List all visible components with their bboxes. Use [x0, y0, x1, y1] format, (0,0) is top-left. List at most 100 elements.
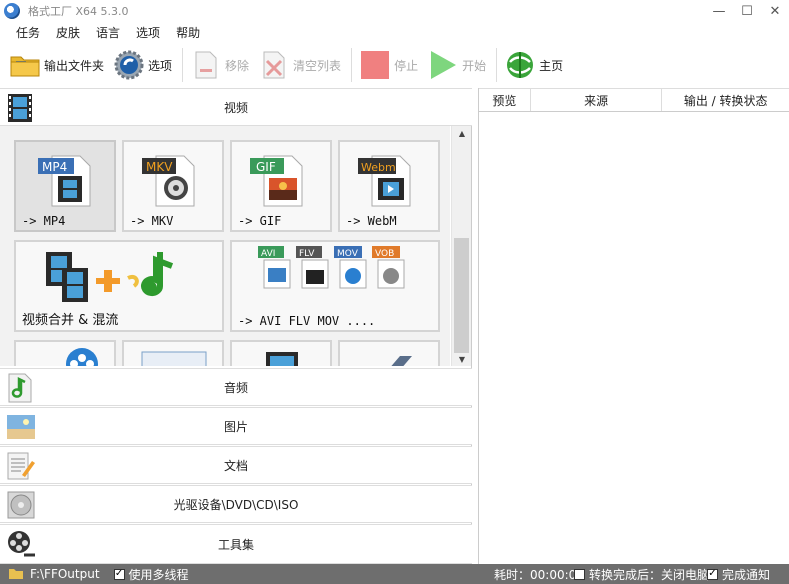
clear-list-label: 清空列表: [293, 58, 342, 73]
category-image[interactable]: 图片: [0, 407, 472, 445]
elapsed-time: 耗时：00:00:00: [494, 567, 584, 582]
notify-checkbox[interactable]: ✓: [707, 568, 718, 580]
eraser-icon: [391, 356, 412, 366]
tile-gif[interactable]: GIF -> GIF: [230, 140, 332, 232]
tile-multi-formats-label: -> AVI FLV MOV ....: [238, 314, 376, 328]
tile-mkv[interactable]: MKV -> MKV: [122, 140, 224, 232]
task-table-header: 预览 来源 输出 / 转换状态: [479, 88, 789, 112]
stop-label: 停止: [394, 58, 419, 73]
tile-partial-1[interactable]: [14, 340, 116, 366]
clear-list-icon: [259, 50, 289, 80]
close-button[interactable]: ✕: [761, 0, 789, 22]
format-factory-window: 格式工厂 X64 5.3.0 — ☐ ✕ 任务 皮肤 语言 选项 帮助 输出文件…: [0, 0, 789, 584]
tile-gif-label: -> GIF: [238, 214, 282, 228]
mp4-badge: MP4: [42, 160, 67, 174]
after-done-toggle[interactable]: 转换完成后：关闭电脑: [574, 566, 709, 583]
scroll-down-arrow-icon[interactable]: ▼: [452, 352, 472, 366]
app-icon: [4, 3, 20, 19]
webm-badge: Webm: [361, 161, 396, 174]
task-list-pane: 预览 来源 输出 / 转换状态: [478, 88, 789, 564]
output-folder-button[interactable]: 输出文件夹: [10, 45, 104, 85]
mkv-file-icon: MKV: [142, 152, 202, 215]
crop-frame-icon: [141, 351, 207, 366]
category-disc-label: 光驱设备\DVD\CD\ISO: [173, 497, 299, 512]
remove-button[interactable]: 移除: [191, 45, 249, 85]
toolbar-separator: [351, 48, 353, 82]
menu-options[interactable]: 选项: [128, 24, 168, 41]
tile-mp4[interactable]: MP4 -> MP4: [14, 140, 116, 232]
flv-badge: FLV: [299, 249, 315, 259]
notify-label: 完成通知: [722, 567, 771, 582]
tile-mkv-label: -> MKV: [130, 214, 174, 228]
title-bar: 格式工厂 X64 5.3.0 — ☐ ✕: [0, 0, 789, 22]
toolbar-separator: [182, 48, 184, 82]
gif-file-icon: GIF: [250, 152, 310, 215]
menu-skin[interactable]: 皮肤: [48, 24, 88, 41]
tile-webm[interactable]: Webm -> WebM: [338, 140, 440, 232]
category-audio-label: 音频: [223, 380, 248, 395]
multi-format-icons: AVI FLV MOV VOB: [258, 246, 418, 305]
status-bar: F:\FFOutput ✓ 使用多线程 耗时：00:00:00 转换完成后：关闭…: [0, 564, 789, 584]
category-video[interactable]: 视频: [0, 88, 472, 126]
video-format-grid: MP4 -> MP4 MKV -> MKV GIF -> GIF Webm ->…: [0, 126, 450, 366]
options-button[interactable]: 选项: [114, 45, 172, 85]
scroll-up-arrow-icon[interactable]: ▲: [452, 126, 472, 140]
scroll-thumb[interactable]: [454, 238, 469, 353]
category-document-label: 文档: [223, 458, 248, 473]
tile-multi-formats[interactable]: AVI FLV MOV VOB -> AVI FLV MOV ....: [230, 240, 440, 332]
tile-video-merge[interactable]: 视频合并 & 混流: [14, 240, 224, 332]
column-preview[interactable]: 预览: [479, 89, 531, 111]
tile-webm-label: -> WebM: [346, 214, 397, 228]
output-path[interactable]: F:\FFOutput: [30, 567, 100, 581]
film-reel-tools-icon: [6, 529, 36, 559]
options-label: 选项: [148, 58, 173, 73]
clear-list-button[interactable]: 清空列表: [259, 45, 341, 85]
webm-file-icon: Webm: [358, 152, 418, 215]
grid-scrollbar[interactable]: ▲ ▼: [451, 126, 471, 366]
vob-badge: VOB: [375, 249, 394, 259]
start-button[interactable]: 开始: [428, 45, 486, 85]
minimize-button[interactable]: —: [705, 0, 733, 22]
start-label: 开始: [462, 58, 487, 73]
multithread-checkbox[interactable]: ✓: [113, 568, 125, 580]
home-button[interactable]: 主页: [505, 45, 563, 85]
merge-mux-icon: [42, 248, 202, 313]
after-done-label: 转换完成后：关闭电脑: [589, 567, 710, 582]
film-strip-icon: [6, 93, 36, 123]
output-folder-label: 输出文件夹: [44, 58, 105, 73]
multithread-toggle[interactable]: ✓ 使用多线程: [113, 566, 189, 583]
tile-partial-3[interactable]: [230, 340, 332, 366]
menu-help[interactable]: 帮助: [168, 24, 208, 41]
folder-icon: [9, 569, 23, 579]
menu-bar: 任务 皮肤 语言 选项 帮助: [0, 22, 789, 42]
mkv-badge: MKV: [146, 160, 173, 174]
category-pane: 视频 MP4 -> MP4 MKV -> MKV GIF -> GIF Webm…: [0, 88, 472, 564]
folder-icon: [10, 50, 40, 80]
tile-partial-2[interactable]: [122, 340, 224, 366]
tile-video-merge-label: 视频合并 & 混流: [22, 313, 119, 328]
category-video-label: 视频: [223, 100, 248, 115]
category-tools[interactable]: 工具集: [0, 524, 472, 564]
options-gear-icon: [114, 50, 144, 80]
tile-partial-4[interactable]: [338, 340, 440, 366]
category-audio[interactable]: 音频: [0, 368, 472, 406]
notify-toggle[interactable]: ✓ 完成通知: [707, 566, 770, 583]
menu-task[interactable]: 任务: [8, 24, 48, 41]
menu-language[interactable]: 语言: [88, 24, 128, 41]
remove-doc-icon: [191, 50, 221, 80]
multithread-label: 使用多线程: [128, 567, 189, 582]
toolbar-separator: [496, 48, 498, 82]
film-reel-icon: [66, 348, 98, 366]
column-source[interactable]: 来源: [531, 89, 663, 111]
after-done-checkbox[interactable]: [574, 568, 585, 580]
document-pen-icon: [6, 451, 36, 481]
gif-badge: GIF: [256, 160, 276, 174]
toolbar: 输出文件夹 选项 移除 清空列表 停止 开始 主页: [0, 42, 789, 88]
maximize-button[interactable]: ☐: [733, 0, 761, 22]
category-disc[interactable]: 光驱设备\DVD\CD\ISO: [0, 485, 472, 523]
category-document[interactable]: 文档: [0, 446, 472, 484]
tile-mp4-label: -> MP4: [22, 214, 66, 228]
column-output-status[interactable]: 输出 / 转换状态: [662, 89, 789, 111]
stop-button[interactable]: 停止: [360, 45, 418, 85]
mp4-file-icon: MP4: [38, 152, 98, 215]
